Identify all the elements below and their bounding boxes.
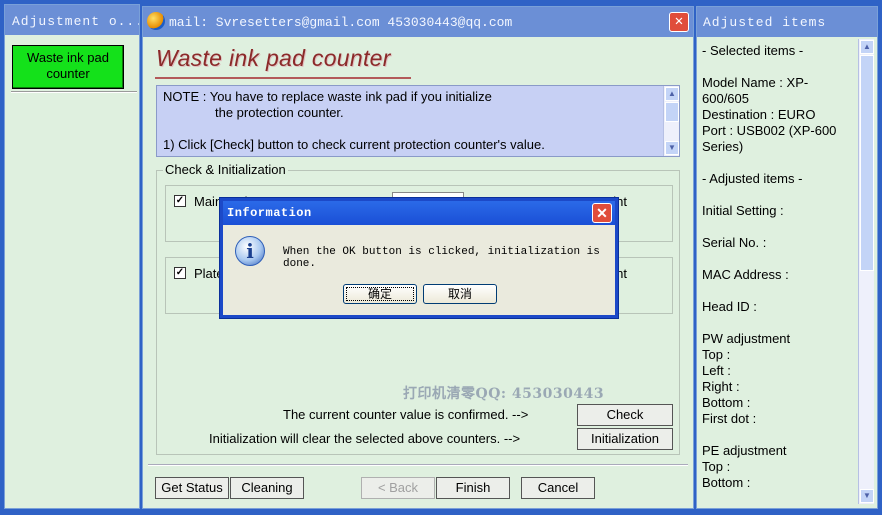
- head-id: Head ID :: [702, 299, 757, 314]
- right-panel: Adjusted items - Selected items - Model …: [696, 6, 878, 509]
- bottom-separator: [148, 464, 688, 466]
- note-line-1: NOTE : You have to replace waste ink pad…: [163, 89, 492, 104]
- watermark-text: 打印机清零QQ: 453030443: [403, 386, 605, 402]
- page-title: Waste ink pad counter: [156, 45, 391, 71]
- cleaning-button[interactable]: Cleaning: [230, 477, 304, 499]
- page-title-underline: [155, 77, 411, 79]
- right-scrollbar[interactable]: ▲ ▼: [858, 39, 874, 504]
- initialization-text: Initialization will clear the selected a…: [209, 431, 521, 446]
- destination: Destination : EURO: [702, 107, 816, 122]
- group-label: Check & Initialization: [163, 162, 288, 177]
- finish-button[interactable]: Finish: [436, 477, 510, 499]
- serial-no: Serial No. :: [702, 235, 767, 250]
- platen-pad-checkbox[interactable]: ✓: [174, 267, 186, 279]
- pw-top: Top :: [702, 347, 731, 362]
- note-box: NOTE : You have to replace waste ink pad…: [156, 85, 680, 157]
- left-separator: [11, 91, 137, 93]
- dialog-title: Information: [223, 201, 615, 225]
- left-panel-title: Adjustment o...: [5, 5, 139, 35]
- pw-left: Left :: [702, 363, 731, 378]
- confirmed-text: The current counter value is confirmed. …: [283, 407, 529, 422]
- close-icon[interactable]: ✕: [592, 203, 612, 223]
- main-title-text: mail: Svresetters@gmail.com 453030443@qq…: [169, 15, 513, 30]
- model-name-line-1: Model Name : XP-: [702, 75, 809, 90]
- scroll-up-icon[interactable]: ▲: [860, 40, 874, 54]
- adjusted-items-list: - Selected items - Model Name : XP- 600/…: [697, 37, 857, 508]
- pe-adjustment: PE adjustment: [702, 443, 787, 458]
- note-scrollbar[interactable]: ▲ ▼: [663, 86, 679, 156]
- scroll-down-icon[interactable]: ▼: [860, 489, 874, 503]
- scroll-thumb[interactable]: [860, 55, 874, 271]
- app-icon: [147, 12, 165, 30]
- pw-right: Right :: [702, 379, 740, 394]
- mac-address: MAC Address :: [702, 267, 789, 282]
- scroll-up-icon[interactable]: ▲: [665, 87, 679, 101]
- get-status-button[interactable]: Get Status: [155, 477, 229, 499]
- scroll-down-icon[interactable]: ▼: [665, 141, 679, 155]
- first-dot: First dot :: [702, 411, 757, 426]
- check-button[interactable]: Check: [577, 404, 673, 426]
- pe-top: Top :: [702, 459, 731, 474]
- back-button[interactable]: < Back: [361, 477, 435, 499]
- adjusted-items-header: - Adjusted items -: [702, 171, 803, 186]
- pw-bottom: Bottom :: [702, 395, 751, 410]
- initial-setting: Initial Setting :: [702, 203, 784, 218]
- pw-adjustment: PW adjustment: [702, 331, 791, 346]
- ok-button[interactable]: 确定: [343, 284, 417, 304]
- pe-bottom: Bottom :: [702, 475, 751, 490]
- cancel-button[interactable]: Cancel: [521, 477, 595, 499]
- right-panel-title: Adjusted items: [697, 7, 877, 37]
- main-titlebar: mail: Svresetters@gmail.com 453030443@qq…: [143, 7, 693, 37]
- model-name-line-2: 600/605: [702, 91, 749, 106]
- selected-items-header: - Selected items -: [702, 43, 804, 58]
- waste-ink-pad-counter-button[interactable]: Waste ink pad counter: [12, 45, 124, 89]
- left-panel: Adjustment o... Waste ink pad counter: [4, 4, 140, 509]
- info-icon: i: [235, 236, 265, 266]
- dialog-cancel-button[interactable]: 取消: [423, 284, 497, 304]
- note-line-2: the protection counter.: [215, 105, 344, 120]
- port-line-2: Series): [702, 139, 744, 154]
- initialization-button[interactable]: Initialization: [577, 428, 673, 450]
- main-pad-checkbox[interactable]: ✓: [174, 195, 186, 207]
- port-line-1: Port : USB002 (XP-600: [702, 123, 837, 138]
- note-line-3: 1) Click [Check] button to check current…: [163, 137, 545, 152]
- dialog-message: When the OK button is clicked, initializ…: [283, 246, 600, 270]
- information-dialog: Information ✕ i When the OK button is cl…: [220, 198, 618, 318]
- scroll-thumb[interactable]: [665, 102, 679, 122]
- close-icon[interactable]: ✕: [669, 12, 689, 32]
